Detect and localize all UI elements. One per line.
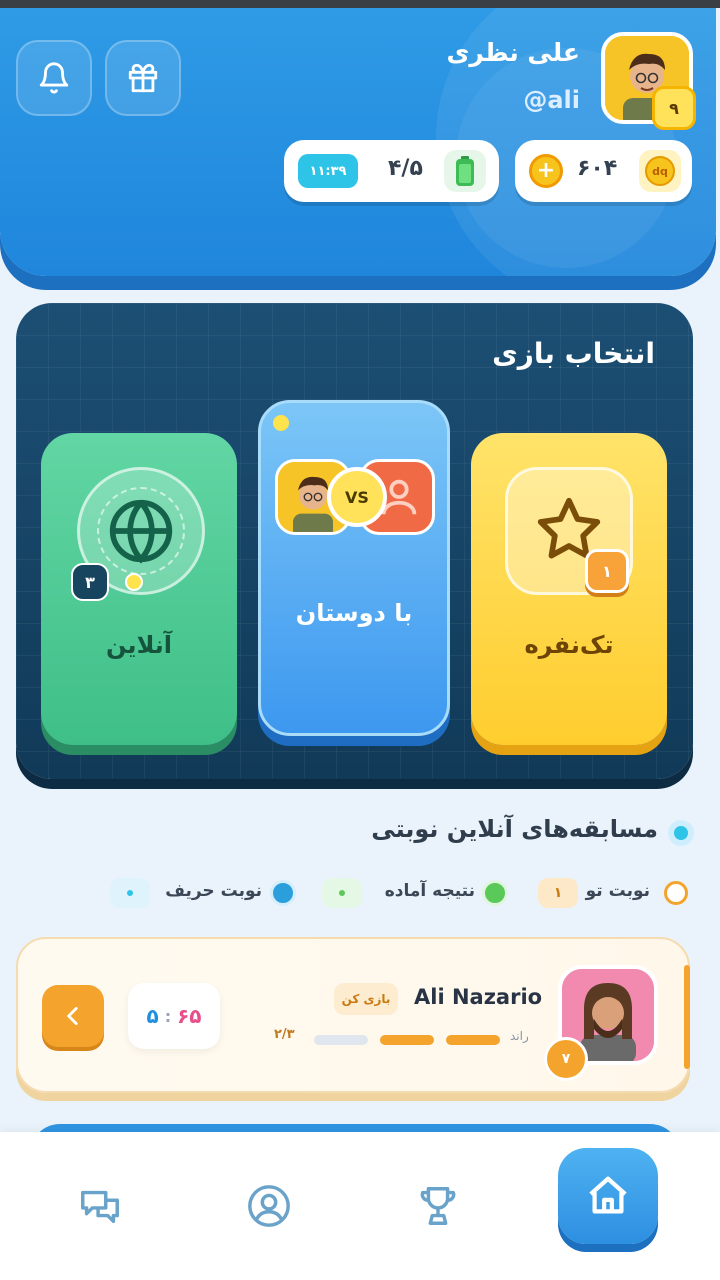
game-select-title: انتخاب بازی	[492, 337, 655, 370]
score-right: ۶۵	[177, 1004, 202, 1028]
user-handle: @ali	[523, 86, 580, 114]
match-card[interactable]: ۵ : ۶۵ بازی کن Ali Nazario ۲/۳ راند ۷	[16, 937, 690, 1093]
legend-opponent-turn: نوبت حریف	[165, 881, 262, 901]
mode-label-online: آنلاین	[105, 631, 173, 659]
gift-button[interactable]	[105, 40, 181, 116]
level-badge: ۹	[652, 86, 696, 130]
chevron-left-icon	[67, 1007, 78, 1025]
mode-card-solo[interactable]: ۱ تک‌نفره	[471, 433, 667, 745]
battery-icon	[444, 150, 486, 192]
match-score: ۵ : ۶۵	[128, 983, 220, 1049]
chat-icon	[81, 1190, 119, 1224]
nav-profile[interactable]	[239, 1176, 299, 1236]
mode-card-online[interactable]: ۳ آنلاین	[41, 433, 237, 745]
round-label: راند	[510, 1029, 529, 1043]
add-coins-icon[interactable]: +	[529, 154, 563, 188]
profile-icon	[248, 1185, 290, 1227]
opponent-turn-dot	[270, 880, 296, 906]
nav-home[interactable]	[558, 1148, 658, 1244]
result-ready-dot	[482, 880, 508, 906]
your-turn-dot	[664, 881, 688, 905]
round-segment	[314, 1035, 368, 1045]
mode-label-solo: تک‌نفره	[524, 631, 614, 659]
play-button[interactable]: بازی کن	[334, 983, 398, 1015]
legend-result-ready: نتیجه آماده	[384, 881, 475, 901]
opponent-level-badge: ۷	[544, 1037, 588, 1081]
solo-level-badge: ۱	[585, 549, 629, 593]
home-icon	[589, 1176, 627, 1214]
round-progress: ۲/۳	[274, 1027, 295, 1042]
round-segment	[446, 1035, 500, 1045]
coin-count: ۶۰۴	[577, 156, 618, 181]
coins-pill[interactable]: + ۶۰۴ dq	[515, 140, 692, 202]
score-left: ۵	[146, 1004, 159, 1028]
turn-indicator-bar	[684, 965, 690, 1069]
status-strip	[0, 0, 720, 8]
bottom-nav	[0, 1132, 720, 1280]
legend-your-turn: نوبت تو	[585, 881, 650, 901]
your-turn-count: ۱	[538, 878, 578, 908]
game-select-panel: انتخاب بازی ۳ آنلاین VS با دوستان ۱ تک‌ن…	[16, 303, 693, 779]
online-count-badge: ۳	[71, 563, 109, 601]
trophy-icon	[420, 1187, 456, 1225]
nav-chat[interactable]	[70, 1176, 130, 1236]
energy-count: ۴/۵	[388, 156, 423, 181]
mode-label-friends: با دوستان	[295, 599, 413, 627]
vs-badge: VS	[327, 467, 387, 527]
section-dot	[674, 826, 688, 840]
open-match-button[interactable]	[42, 985, 104, 1047]
nav-leaderboard[interactable]	[408, 1176, 468, 1236]
energy-timer: ۱۱:۳۹	[298, 154, 358, 188]
bell-icon	[39, 62, 69, 94]
mode-card-friends[interactable]: VS با دوستان	[258, 400, 450, 736]
energy-pill[interactable]: ۱۱:۳۹ ۴/۵	[284, 140, 499, 202]
globe-icon	[109, 499, 173, 564]
user-name: علی نظری	[446, 38, 580, 67]
notifications-button[interactable]	[16, 40, 92, 116]
gift-icon	[128, 63, 158, 93]
coin-icon: dq	[639, 150, 681, 192]
section-title: مسابقه‌های آنلاین نوبتی	[371, 815, 658, 843]
round-segment	[380, 1035, 434, 1045]
opponent-name: Ali Nazario	[414, 985, 543, 1009]
